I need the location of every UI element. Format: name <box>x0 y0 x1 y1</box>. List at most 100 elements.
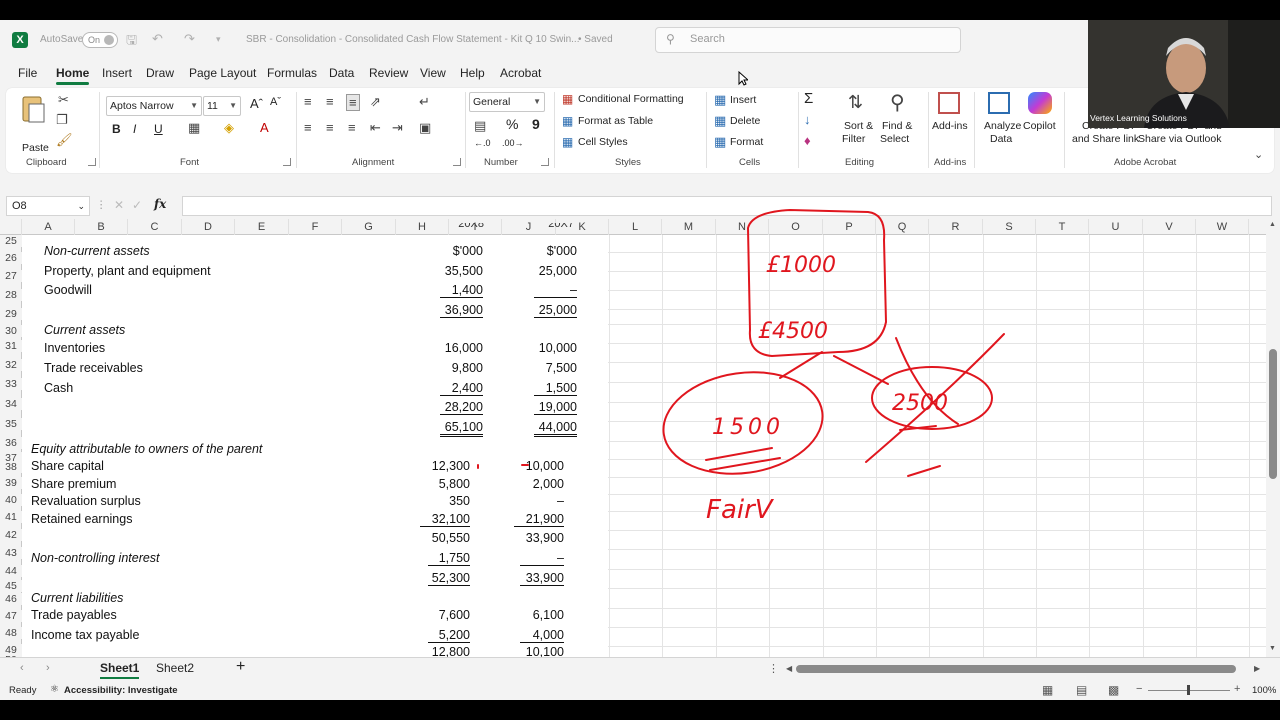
copilot-button[interactable]: Copilot <box>1023 120 1056 132</box>
year-heading-current[interactable]: 20X8 <box>440 223 484 233</box>
tab-formulas[interactable]: Formulas <box>267 66 317 80</box>
scroll-right-icon[interactable]: ▶ <box>1254 664 1260 673</box>
font-color-icon[interactable]: A <box>260 120 269 135</box>
row-label-inventories[interactable]: Inventories <box>44 341 105 355</box>
accessibility-icon[interactable]: ⚛ <box>50 684 59 695</box>
font-name-dropdown[interactable]: Aptos Narrow ▼ <box>106 96 202 116</box>
tab-home[interactable]: Home <box>56 66 90 85</box>
column-header[interactable]: B <box>75 219 128 235</box>
value-revaluation-current[interactable]: 350 <box>420 494 470 508</box>
normal-view-icon[interactable]: ▦ <box>1042 683 1053 697</box>
value-ppe-current[interactable]: 35,500 <box>420 264 483 278</box>
prev-sheet-icon[interactable]: ‹ <box>20 662 24 674</box>
row-header[interactable]: 47 <box>0 610 22 622</box>
row-header[interactable]: 32 <box>0 359 22 371</box>
row-header[interactable]: 27 <box>0 270 22 282</box>
increase-decimal-icon[interactable]: ←.0 <box>474 138 491 148</box>
number-launcher-icon[interactable] <box>541 158 549 166</box>
row-label-cash[interactable]: Cash <box>44 381 73 395</box>
value-payables-current[interactable]: 7,600 <box>420 608 470 622</box>
column-header[interactable]: L <box>609 219 662 235</box>
value-nci-current[interactable]: 1,750 <box>428 551 470 566</box>
row-header[interactable]: 46 <box>0 593 22 605</box>
horizontal-scroll-thumb[interactable] <box>796 665 1236 673</box>
row-label-nci[interactable]: Non-controlling interest <box>31 551 160 565</box>
column-header[interactable]: N <box>716 219 769 235</box>
clear-icon[interactable]: ♦ <box>804 133 811 148</box>
total-equity-current[interactable]: 52,300 <box>428 571 470 586</box>
font-launcher-icon[interactable] <box>283 158 291 166</box>
font-size-dropdown[interactable]: 11 ▼ <box>203 96 241 116</box>
unit-label-current[interactable]: $'000 <box>420 244 483 258</box>
collapse-ribbon-icon[interactable]: ⌄ <box>1254 148 1263 161</box>
name-box[interactable]: O8 ⌄ <box>6 196 90 216</box>
value-share-premium-current[interactable]: 5,800 <box>420 477 470 491</box>
column-header[interactable]: U <box>1089 219 1143 235</box>
row-header[interactable]: 35 <box>0 418 22 430</box>
value-cash-current[interactable]: 2,400 <box>440 381 483 396</box>
cut-icon[interactable]: ✂ <box>58 92 69 108</box>
insert-cells-button[interactable]: Insert <box>730 94 756 106</box>
accessibility-status[interactable]: Accessibility: Investigate <box>64 685 178 696</box>
row-label-ppe[interactable]: Property, plant and equipment <box>44 264 211 278</box>
find-select-label-1[interactable]: Find & <box>882 120 912 132</box>
row-header[interactable]: 36 <box>0 437 22 449</box>
align-top-icon[interactable]: ≡ <box>304 94 312 109</box>
column-header[interactable]: Q <box>876 219 929 235</box>
create-pdf-outlook-2[interactable]: Share via Outlook <box>1138 133 1221 145</box>
redo-icon[interactable]: ↷ <box>184 31 195 47</box>
value-cash-prior[interactable]: 1,500 <box>534 381 577 396</box>
worksheet-grid[interactable]: A B C D E F G H I J K L M N O P Q R S T … <box>0 219 1280 657</box>
enter-icon[interactable]: ✓ <box>132 198 142 212</box>
page-layout-view-icon[interactable]: ▤ <box>1076 683 1087 697</box>
sort-filter-label-1[interactable]: Sort & <box>844 120 873 132</box>
sort-filter-label-2[interactable]: Filter <box>842 133 865 145</box>
format-painter-icon[interactable]: 🖌 <box>56 132 73 148</box>
orientation-icon[interactable]: ⇗ <box>370 94 381 110</box>
align-center-icon[interactable]: ≡ <box>326 120 334 135</box>
tab-review[interactable]: Review <box>369 66 408 80</box>
row-header[interactable]: 26 <box>0 252 22 264</box>
row-header[interactable]: 29 <box>0 308 22 320</box>
value-revaluation-prior[interactable]: – <box>500 494 564 508</box>
column-header[interactable]: R <box>929 219 983 235</box>
fill-icon[interactable]: ↓ <box>804 112 811 127</box>
unit-label-prior[interactable]: $'000 <box>514 244 577 258</box>
tab-insert[interactable]: Insert <box>102 66 132 80</box>
column-header[interactable]: F <box>289 219 342 235</box>
comma-style-button[interactable]: 9 <box>532 116 540 132</box>
column-header[interactable]: A <box>22 219 75 235</box>
next-sheet-icon[interactable]: › <box>46 662 50 674</box>
year-heading-prior[interactable]: 20X7 <box>530 223 574 233</box>
copy-icon[interactable]: ❐ <box>56 112 68 128</box>
accounting-format-icon[interactable]: ▤ <box>474 118 486 134</box>
vertical-scrollbar[interactable]: ▲ ▼ <box>1266 219 1280 657</box>
merge-center-icon[interactable]: ▣ <box>419 120 431 136</box>
value-share-capital-current[interactable]: 12,300 <box>420 459 470 473</box>
save-status[interactable]: • Saved <box>578 34 613 45</box>
increase-indent-icon[interactable]: ⇥ <box>392 120 403 136</box>
column-header[interactable]: O <box>769 219 823 235</box>
row-header[interactable]: 33 <box>0 378 22 390</box>
analyze-data-label-1[interactable]: Analyze <box>984 120 1021 132</box>
row-label-income-tax-payable[interactable]: Income tax payable <box>31 628 139 642</box>
align-bottom-icon[interactable]: ≡ <box>346 94 360 111</box>
value-inventories-prior[interactable]: 10,000 <box>514 341 577 355</box>
subtotal-non-current-current[interactable]: 36,900 <box>440 303 483 318</box>
subtotal-current-assets-prior[interactable]: 19,000 <box>534 400 577 415</box>
tab-help[interactable]: Help <box>460 66 485 80</box>
paste-button[interactable] <box>20 94 46 124</box>
value-retained-earnings-prior[interactable]: 21,900 <box>514 512 564 527</box>
more-icon[interactable]: ⋮ <box>96 199 107 211</box>
wrap-text-icon[interactable]: ↵ <box>419 94 430 110</box>
vertical-scroll-thumb[interactable] <box>1269 349 1277 479</box>
row-header[interactable]: 39 <box>0 477 22 489</box>
section-label-current-liabilities[interactable]: Current liabilities <box>31 591 123 605</box>
add-sheet-button[interactable]: + <box>236 658 245 676</box>
increase-font-icon[interactable]: Aˆ <box>250 96 263 111</box>
row-header[interactable]: 25 <box>0 235 22 247</box>
value-share-capital-prior[interactable]: 10,000 <box>500 459 564 473</box>
column-header[interactable]: M <box>662 219 716 235</box>
row-header[interactable]: 44 <box>0 565 22 577</box>
subtotal-equity-prior[interactable]: 33,900 <box>514 531 564 545</box>
